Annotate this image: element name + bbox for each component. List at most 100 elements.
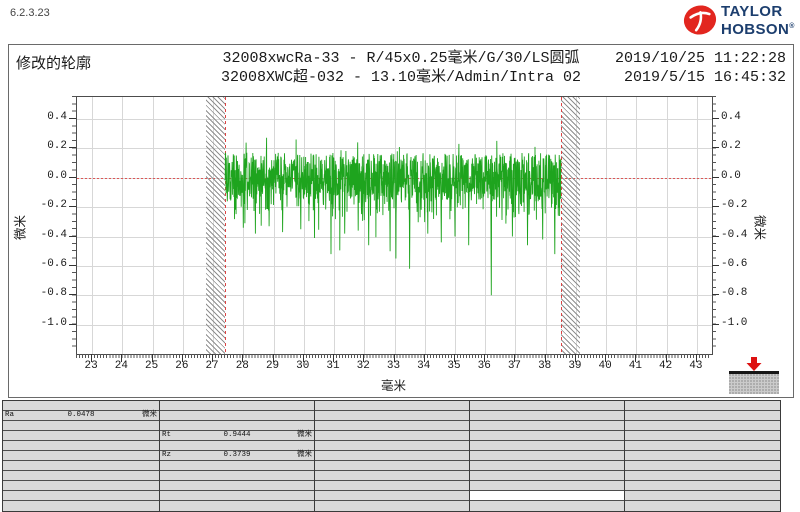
- x-tick-label: 24: [105, 360, 137, 372]
- table-row: [625, 401, 780, 411]
- table-row: [160, 401, 314, 411]
- table-row: [315, 491, 469, 501]
- table-row: [315, 461, 469, 471]
- y-axis-minor-ticks-left: [72, 96, 76, 353]
- table-row: [3, 471, 159, 481]
- y-axis-unit-label-left: 微米: [10, 208, 29, 248]
- y-tick-label: -0.8: [23, 287, 67, 299]
- profile-trace-path: [225, 138, 561, 295]
- table-row: [3, 491, 159, 501]
- y-axis-major-tick: [69, 118, 76, 119]
- result-param-rt: Rt: [162, 431, 195, 440]
- table-row: [315, 411, 469, 421]
- y-axis-major-tick: [69, 177, 76, 178]
- x-tick-label: 29: [257, 360, 289, 372]
- table-row: [470, 401, 624, 411]
- x-tick-label: 43: [680, 360, 712, 372]
- y-axis-minor-ticks-right: [712, 96, 716, 353]
- x-tick-label: 40: [589, 360, 621, 372]
- y-axis-major-tick: [69, 294, 76, 295]
- y-axis-major-tick: [712, 147, 719, 148]
- table-row: [160, 411, 314, 421]
- y-axis-major-tick: [69, 236, 76, 237]
- stylus-direction-indicator: [729, 371, 779, 394]
- table-row: [315, 481, 469, 491]
- table-row: [470, 441, 624, 451]
- table-row: [315, 471, 469, 481]
- table-row: [470, 411, 624, 421]
- measurement-timestamps: 2019/10/25 11:22:28 2019/5/15 16:45:32: [615, 49, 786, 87]
- result-value-rz: 0.3739: [195, 451, 279, 460]
- x-tick-label: 35: [438, 360, 470, 372]
- profile-trace: [77, 97, 712, 354]
- x-tick-label: 41: [619, 360, 651, 372]
- x-tick-label: 28: [226, 360, 258, 372]
- x-tick-label: 34: [408, 360, 440, 372]
- results-table-section: [470, 401, 625, 511]
- table-row: [470, 491, 624, 501]
- y-tick-label: -0.2: [23, 199, 67, 211]
- stylus-down-arrow-icon: [746, 356, 762, 372]
- x-tick-label: 23: [75, 360, 107, 372]
- result-row-rt: Rt0.9444微米: [160, 431, 314, 441]
- result-row-ra: Ra0.0478微米: [3, 411, 159, 421]
- logo-wordmark: TAYLOR HOBSON®: [721, 4, 795, 37]
- y-axis-major-tick: [712, 206, 719, 207]
- results-table: Ra0.0478微米Rt0.9444微米Rz0.3739微米: [2, 400, 781, 512]
- table-row: [3, 451, 159, 461]
- y-tick-label: -0.4: [721, 229, 765, 241]
- result-param-rz: Rz: [162, 451, 195, 460]
- y-axis-major-tick: [712, 236, 719, 237]
- y-axis-unit-label-right: 微米: [752, 208, 771, 248]
- y-tick-label: -0.6: [721, 258, 765, 270]
- table-row: [625, 491, 780, 501]
- table-row: [315, 451, 469, 461]
- y-tick-label: -0.2: [721, 199, 765, 211]
- table-row: [160, 421, 314, 431]
- table-row: [3, 461, 159, 471]
- table-row: [625, 471, 780, 481]
- y-axis-major-tick: [69, 206, 76, 207]
- result-unit-rz: 微米: [279, 451, 312, 460]
- table-row: [625, 481, 780, 491]
- table-row: [625, 431, 780, 441]
- y-axis-major-tick: [712, 265, 719, 266]
- table-row: [625, 451, 780, 461]
- y-tick-label: -0.8: [721, 287, 765, 299]
- x-tick-label: 30: [287, 360, 319, 372]
- timestamp-line1: 2019/10/25 11:22:28: [615, 49, 786, 68]
- profile-plot-area: [76, 96, 713, 355]
- table-row: [625, 441, 780, 451]
- logo-line2: HOBSON: [721, 21, 789, 38]
- table-row: [3, 431, 159, 441]
- x-tick-label: 31: [317, 360, 349, 372]
- table-row: [160, 481, 314, 491]
- result-param-ra: Ra: [5, 411, 38, 420]
- table-row: [625, 501, 780, 511]
- table-row: [625, 411, 780, 421]
- y-axis-major-tick: [69, 265, 76, 266]
- y-tick-label: -0.4: [23, 229, 67, 241]
- table-row: [160, 441, 314, 451]
- y-axis-major-tick: [712, 118, 719, 119]
- results-table-section: [625, 401, 780, 511]
- y-tick-label: 0.2: [721, 140, 765, 152]
- x-tick-label: 26: [166, 360, 198, 372]
- table-row: [625, 421, 780, 431]
- x-tick-label: 38: [529, 360, 561, 372]
- x-tick-label: 27: [196, 360, 228, 372]
- x-axis-unit-label: 毫米: [76, 375, 711, 394]
- y-axis-major-tick: [712, 294, 719, 295]
- y-tick-label: -1.0: [23, 317, 67, 329]
- y-tick-label: 0.0: [23, 170, 67, 182]
- table-row: [160, 461, 314, 471]
- y-tick-label: 0.0: [721, 170, 765, 182]
- table-row: [470, 451, 624, 461]
- result-row-rz: Rz0.3739微米: [160, 451, 314, 461]
- y-tick-label: 0.4: [23, 111, 67, 123]
- x-tick-label: 32: [347, 360, 379, 372]
- x-tick-label: 39: [559, 360, 591, 372]
- result-value-ra: 0.0478: [38, 411, 123, 420]
- table-row: [160, 491, 314, 501]
- table-row: [470, 461, 624, 471]
